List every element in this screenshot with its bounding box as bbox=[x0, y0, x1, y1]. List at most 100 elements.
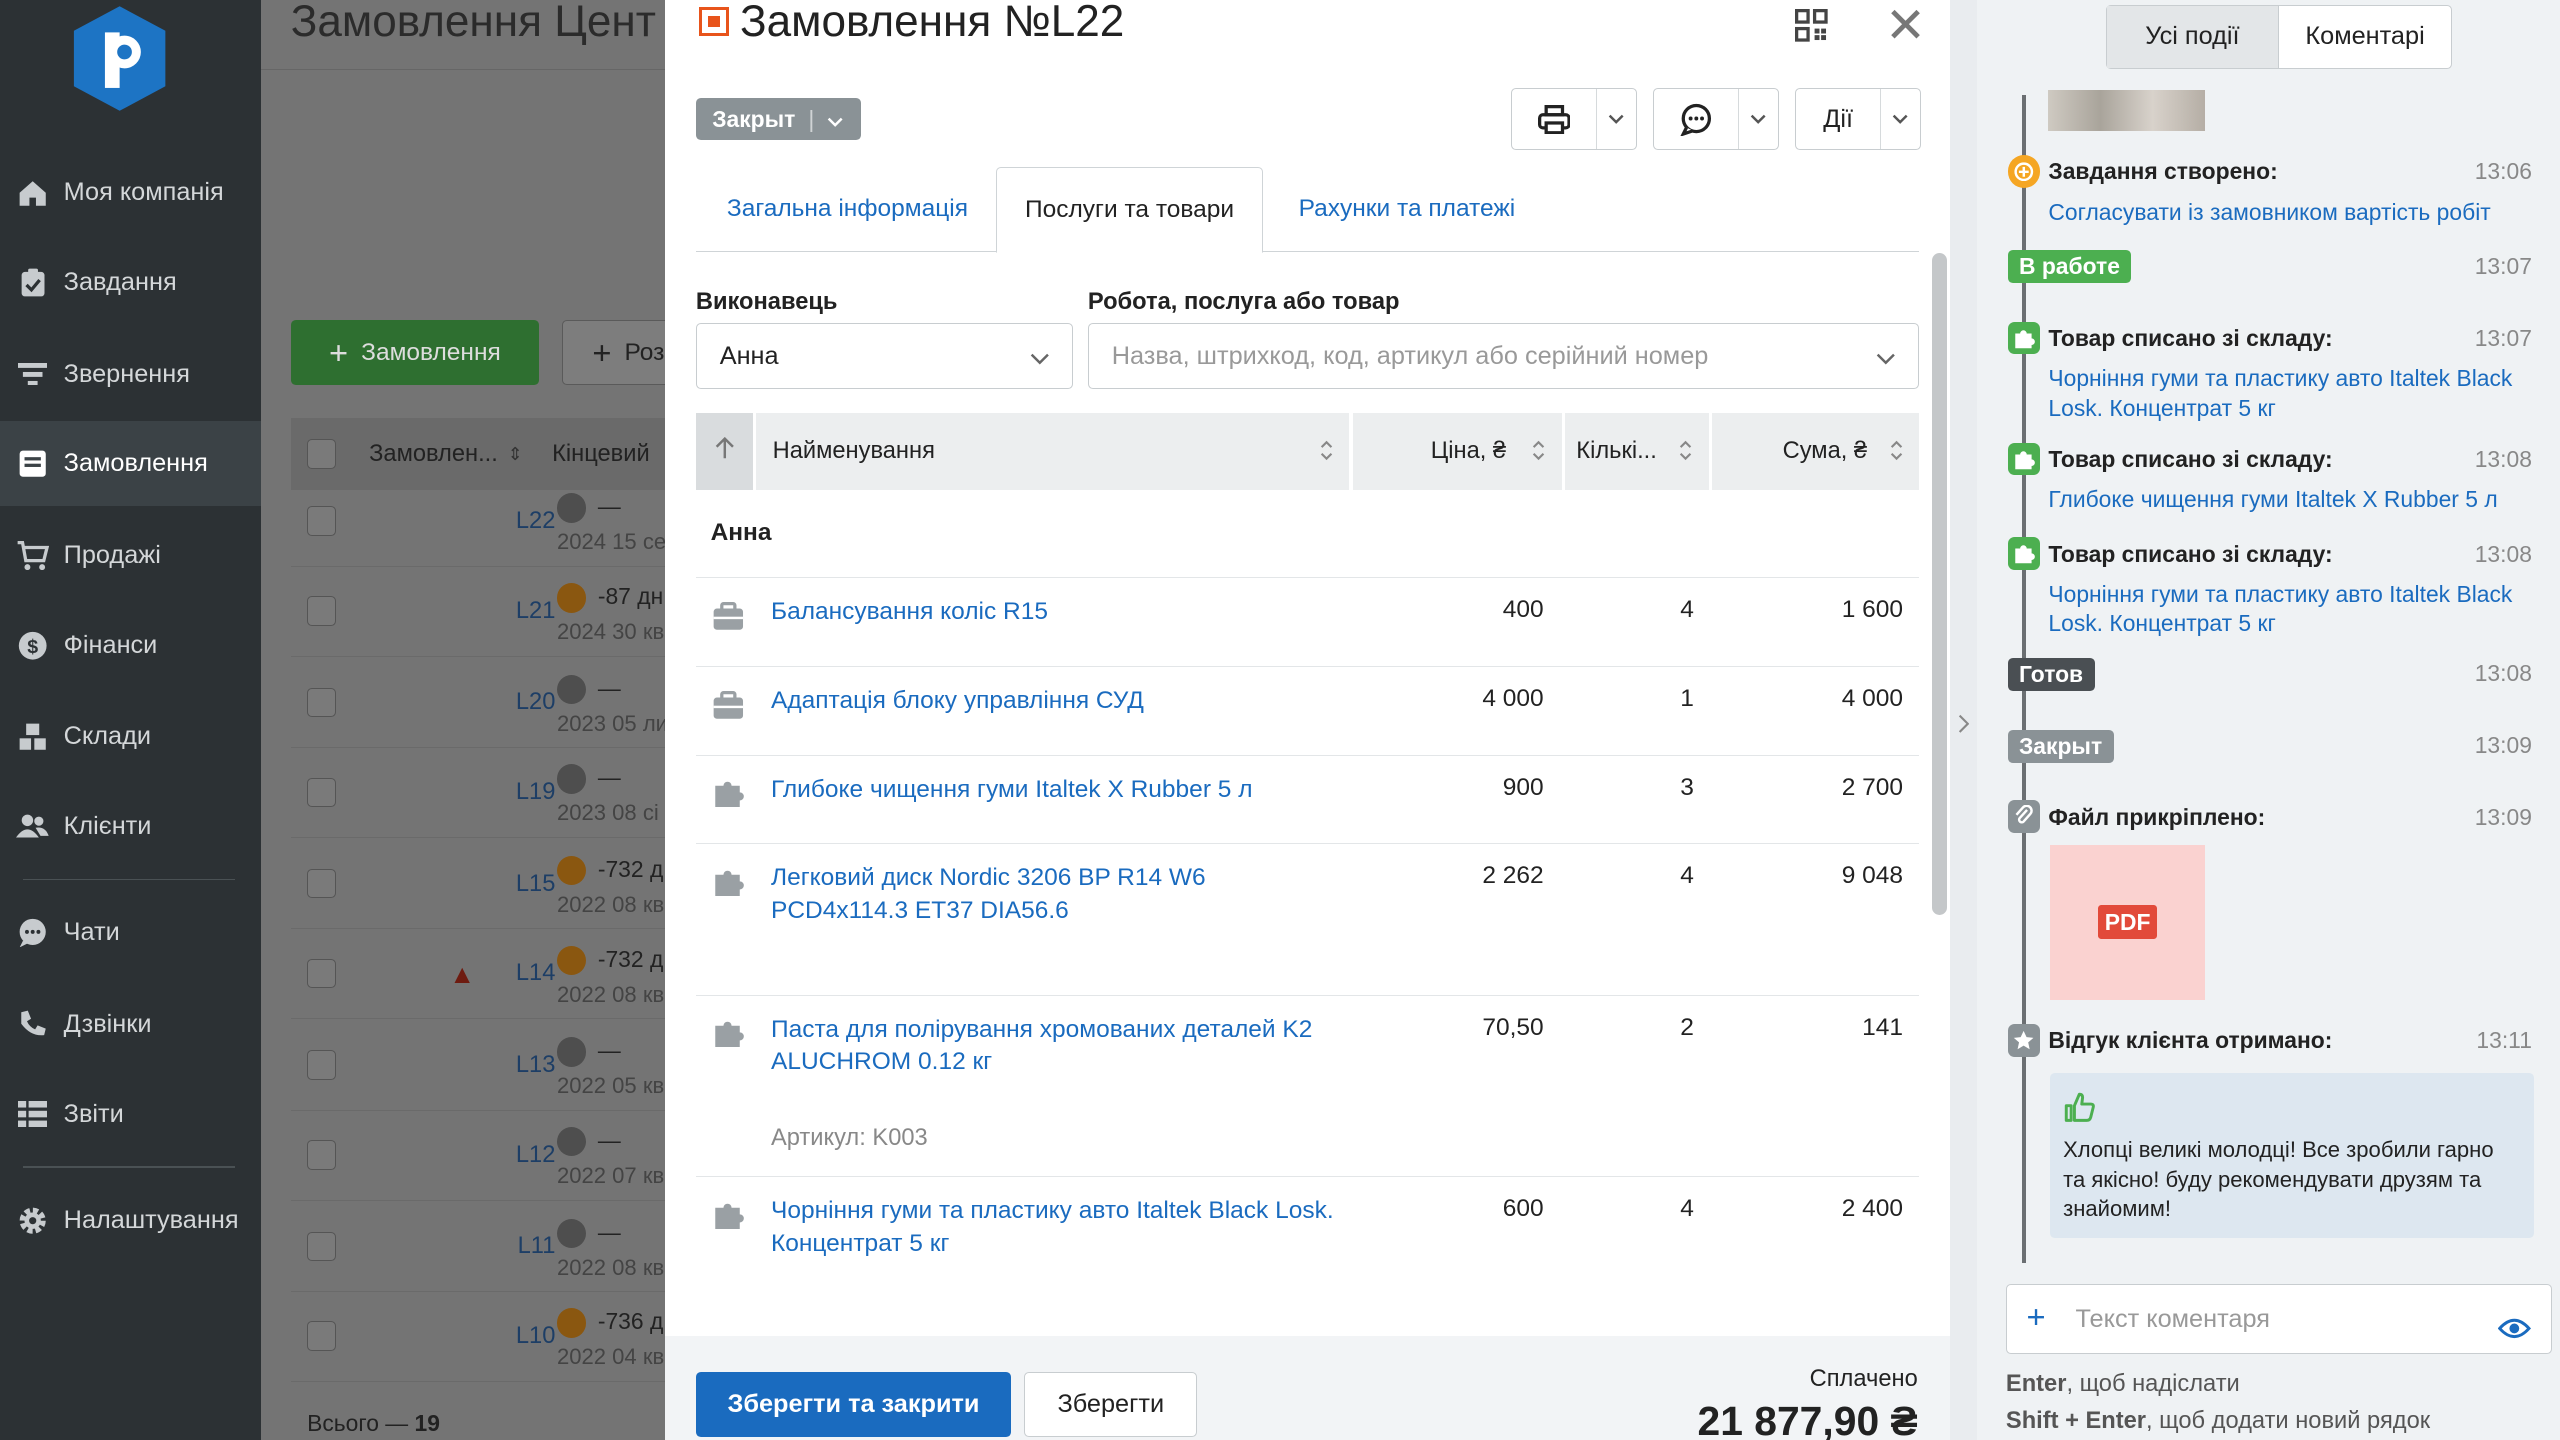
sidebar-item-requests[interactable]: Звернення bbox=[0, 332, 261, 417]
pdf-file-thumbnail[interactable]: PDF bbox=[2050, 844, 2206, 1000]
eye-icon[interactable] bbox=[2497, 1303, 2532, 1350]
filter-all-events[interactable]: Усі події bbox=[2106, 5, 2280, 68]
sidebar-item-calls[interactable]: Дзвінки bbox=[0, 982, 261, 1067]
item-name-link[interactable]: Легковий диск Nordic 3206 BP R14 W6 PCD4… bbox=[771, 862, 1343, 927]
item-quantity: 2 bbox=[1680, 1013, 1694, 1041]
table-row[interactable]: L15 -732 д 2022 08 кв bbox=[290, 840, 670, 930]
print-button[interactable] bbox=[1510, 88, 1637, 151]
column-header-sum[interactable]: Сума, ₴ bbox=[1711, 413, 1920, 491]
secondary-button[interactable]: + Роз bbox=[561, 320, 670, 386]
select-all-checkbox[interactable] bbox=[307, 439, 337, 469]
collapse-panel-button[interactable] bbox=[1950, 0, 1977, 1440]
table-row[interactable]: Глибоке чищення гуми Italtek X Rubber 5 … bbox=[695, 754, 1920, 843]
sidebar-item-sales[interactable]: Продажі bbox=[0, 513, 261, 598]
item-name-link[interactable]: Паста для полірування хромованих деталей… bbox=[771, 1014, 1343, 1079]
table-row[interactable]: Адаптація блоку управління СУД 4 000 1 4 00… bbox=[695, 666, 1920, 754]
image-thumbnail[interactable] bbox=[2048, 89, 2206, 131]
column-header-price[interactable]: Ціна, ₴ bbox=[1352, 413, 1562, 491]
table-row[interactable]: Балансування коліс R15 400 4 1 600 bbox=[695, 576, 1920, 667]
row-checkbox[interactable] bbox=[307, 1140, 337, 1170]
table-row[interactable]: L11 — 2022 08 кв bbox=[290, 1202, 670, 1293]
table-row[interactable]: L13 — 2022 05 кв bbox=[290, 1021, 670, 1111]
row-checkbox[interactable] bbox=[307, 596, 337, 626]
row-checkbox[interactable] bbox=[307, 958, 337, 989]
comment-input[interactable]: + Текст коментаря bbox=[2005, 1283, 2552, 1355]
table-row[interactable]: L10 -736 д 2022 04 кв bbox=[290, 1292, 670, 1382]
sidebar-divider bbox=[22, 1166, 236, 1168]
sort-icon bbox=[1679, 439, 1692, 469]
sidebar-item-clients[interactable]: Клієнти bbox=[0, 784, 261, 869]
tab-services-goods[interactable]: Послуги та товари bbox=[996, 166, 1263, 254]
actions-button[interactable]: Дії bbox=[1795, 88, 1921, 151]
event-link[interactable]: Согласувати із замовником вартість робіт bbox=[2048, 198, 2522, 227]
qr-code-icon[interactable] bbox=[1795, 5, 1828, 42]
order-number-link[interactable]: L20 bbox=[516, 689, 556, 716]
order-number-link[interactable]: L10 bbox=[516, 1323, 556, 1350]
order-number-link[interactable]: L11 bbox=[518, 1233, 556, 1260]
table-row[interactable]: Чорніння гуми та пластику авто Italtek B… bbox=[695, 1176, 1920, 1336]
row-checkbox[interactable] bbox=[307, 1321, 337, 1351]
table-row[interactable]: L22 — 2024 15 се bbox=[290, 477, 670, 567]
table-row[interactable]: L21 -87 дн 2024 30 кв bbox=[290, 567, 670, 657]
tab-invoices-payments[interactable]: Рахунки та платежі bbox=[1299, 167, 1516, 252]
product-search-select[interactable]: Назва, штрихкод, код, артикул або серійн… bbox=[1087, 323, 1920, 389]
item-name-link[interactable]: Адаптація блоку управління СУД bbox=[771, 685, 1343, 718]
row-checkbox[interactable] bbox=[307, 777, 337, 807]
column-header-name[interactable]: Найменування bbox=[756, 413, 1350, 491]
table-row[interactable]: Паста для полірування хромованих деталей… bbox=[695, 994, 1920, 1176]
order-number-link[interactable]: L12 bbox=[516, 1142, 556, 1169]
item-name-link[interactable]: Глибоке чищення гуми Italtek X Rubber 5 … bbox=[771, 774, 1343, 807]
order-number-link[interactable]: L22 bbox=[516, 508, 556, 535]
row-checkbox[interactable] bbox=[307, 1050, 337, 1080]
save-button[interactable]: Зберегти bbox=[1024, 1372, 1198, 1438]
filter-comments[interactable]: Коментарі bbox=[2279, 6, 2451, 68]
plus-icon[interactable]: + bbox=[2027, 1298, 2046, 1336]
message-button[interactable] bbox=[1653, 88, 1779, 151]
close-icon[interactable]: ✕ bbox=[1885, 0, 1926, 54]
item-price: 70,50 bbox=[1482, 1013, 1544, 1041]
event-link[interactable]: Чорніння гуми та пластику авто Italtek B… bbox=[2048, 580, 2522, 639]
table-row[interactable]: L20 — 2023 05 ли bbox=[290, 658, 670, 749]
row-checkbox[interactable] bbox=[307, 506, 337, 536]
chevron-down-icon[interactable] bbox=[1739, 89, 1778, 149]
event-title: Товар списано зі складу: bbox=[2048, 325, 2333, 352]
table-row[interactable]: Легковий диск Nordic 3206 BP R14 W6 PCD4… bbox=[695, 842, 1920, 995]
order-number-link[interactable]: L19 bbox=[516, 779, 556, 806]
table-row[interactable]: L19 — 2023 08 сі bbox=[290, 748, 670, 838]
row-checkbox[interactable] bbox=[307, 1231, 337, 1262]
order-number-link[interactable]: L13 bbox=[516, 1052, 556, 1079]
executor-select[interactable]: Анна bbox=[695, 323, 1074, 389]
item-name-link[interactable]: Балансування коліс R15 bbox=[771, 596, 1343, 629]
item-name-link[interactable]: Чорніння гуми та пластику авто Italtek B… bbox=[771, 1195, 1343, 1260]
scrollbar[interactable] bbox=[1932, 253, 1948, 915]
sidebar-item-finance[interactable]: $ Фінанси bbox=[0, 603, 261, 688]
add-order-button[interactable]: + Замовлення bbox=[290, 320, 540, 386]
column-header-order[interactable]: Замовлен... bbox=[369, 441, 498, 468]
order-number-link[interactable]: L14 bbox=[516, 960, 556, 987]
column-header-quantity[interactable]: Кількі... bbox=[1564, 413, 1709, 491]
sidebar-item-orders[interactable]: Замовлення bbox=[0, 421, 262, 507]
table-row[interactable]: ▲ L14 -732 д 2022 08 кв bbox=[290, 929, 670, 1020]
sidebar-item-chats[interactable]: Чати bbox=[0, 890, 261, 975]
event-link[interactable]: Чорніння гуми та пластику авто Italtek B… bbox=[2048, 364, 2522, 423]
order-number-link[interactable]: L21 bbox=[516, 598, 556, 625]
row-checkbox[interactable] bbox=[307, 869, 337, 899]
brand-logo-icon[interactable] bbox=[69, 3, 170, 114]
sidebar-item-tasks[interactable]: Завдання bbox=[0, 240, 261, 325]
row-checkbox[interactable] bbox=[307, 687, 337, 718]
sidebar-item-company[interactable]: Моя компанія bbox=[0, 150, 261, 235]
hint-newline: Shift + Enter, щоб додати новий рядок bbox=[2006, 1408, 2430, 1435]
column-header-deadline[interactable]: Кінцевий bbox=[552, 441, 650, 468]
sort-toggle-button[interactable] bbox=[695, 413, 754, 491]
chevron-down-icon[interactable] bbox=[1597, 89, 1636, 149]
sidebar-item-warehouses[interactable]: Склади bbox=[0, 694, 261, 779]
tab-general-info[interactable]: Загальна інформація bbox=[727, 167, 968, 252]
chevron-down-icon[interactable] bbox=[1881, 89, 1920, 149]
order-number-link[interactable]: L15 bbox=[516, 871, 556, 898]
event-link[interactable]: Глибоке чищення гуми Italtek X Rubber 5 … bbox=[2048, 485, 2522, 514]
status-dropdown[interactable]: Закрыт | bbox=[695, 98, 861, 141]
sidebar-item-settings[interactable]: Налаштування bbox=[0, 1178, 261, 1263]
table-row[interactable]: L12 — 2022 07 кв bbox=[290, 1111, 670, 1201]
sidebar-item-reports[interactable]: Звіти bbox=[0, 1072, 261, 1157]
save-and-close-button[interactable]: Зберегти та закрити bbox=[695, 1372, 1012, 1438]
